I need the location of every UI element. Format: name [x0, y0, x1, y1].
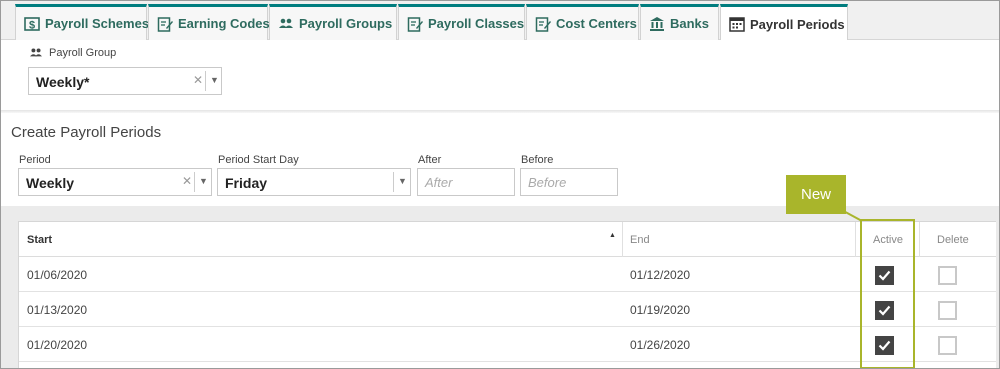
tab-payroll-classes[interactable]: Payroll Classes [398, 4, 525, 40]
tab-payroll-groups[interactable]: Payroll Groups [269, 4, 397, 40]
table-row[interactable]: 01/13/2020 01/19/2020 [19, 292, 996, 327]
tab-label: Payroll Groups [299, 16, 393, 31]
tab-label: Payroll Periods [750, 16, 845, 32]
before-label: Before [521, 154, 554, 166]
edit-document-icon [535, 16, 551, 32]
users-icon [279, 18, 293, 28]
column-header-end[interactable]: End [630, 234, 650, 246]
table-row[interactable]: 01/20/2020 01/26/2020 [19, 327, 996, 362]
tab-payroll-periods[interactable]: Payroll Periods [720, 4, 848, 41]
payroll-group-value: Weekly* [36, 74, 90, 90]
column-separator [855, 222, 856, 257]
column-header-delete[interactable]: Delete [937, 234, 969, 246]
payroll-group-select[interactable]: Weekly* ✕ ▼ [28, 67, 222, 95]
periods-grid-area: Start ▲ End Active Delete 01/06/2020 01/… [1, 206, 999, 368]
clear-icon[interactable]: ✕ [193, 73, 203, 87]
clear-icon[interactable]: ✕ [182, 174, 192, 188]
active-column-highlight [860, 219, 915, 368]
svg-text:$: $ [29, 19, 35, 31]
grid-header: Start ▲ End Active Delete [19, 222, 996, 257]
select-divider [194, 172, 195, 192]
tab-label: Banks [670, 16, 710, 31]
start-date-cell: 01/20/2020 [27, 338, 88, 352]
tab-label: Payroll Schemes [45, 16, 150, 31]
period-start-day-select[interactable]: Friday ▼ [217, 168, 411, 196]
start-date-cell: 01/13/2020 [27, 303, 88, 317]
tab-earning-codes[interactable]: Earning Codes [148, 4, 270, 40]
period-select[interactable]: Weekly ✕ ▼ [18, 168, 212, 196]
select-divider [205, 71, 206, 91]
column-separator [919, 222, 920, 257]
tab-label: Earning Codes [178, 16, 270, 31]
section-divider [1, 110, 999, 113]
delete-checkbox[interactable] [938, 301, 957, 320]
dollar-icon: $ [24, 16, 40, 31]
chevron-down-icon[interactable]: ▼ [199, 176, 208, 186]
period-start-day-value: Friday [225, 175, 268, 191]
chevron-down-icon[interactable]: ▼ [398, 176, 407, 186]
edit-document-icon [407, 16, 423, 32]
column-header-start[interactable]: Start [27, 234, 52, 246]
end-date-cell: 01/19/2020 [630, 303, 691, 317]
create-payroll-periods-title: Create Payroll Periods [11, 124, 162, 141]
tab-label: Cost Centers [556, 16, 637, 31]
after-input[interactable]: After [417, 168, 515, 196]
period-start-day-label: Period Start Day [218, 154, 299, 166]
before-input[interactable]: Before [520, 168, 618, 196]
period-label: Period [19, 154, 51, 166]
period-value: Weekly [26, 175, 74, 191]
end-date-cell: 01/12/2020 [630, 268, 691, 282]
delete-checkbox[interactable] [938, 336, 957, 355]
tab-cost-centers[interactable]: Cost Centers [526, 4, 639, 40]
end-date-cell: 01/26/2020 [630, 338, 691, 352]
delete-checkbox[interactable] [938, 266, 957, 285]
chevron-down-icon[interactable]: ▼ [210, 75, 219, 85]
column-separator [622, 222, 623, 257]
payroll-window: $ Payroll Schemes Earning Codes Payroll … [0, 0, 1000, 369]
table-row[interactable]: 01/06/2020 01/12/2020 [19, 257, 996, 292]
sort-ascending-icon[interactable]: ▲ [609, 232, 616, 239]
after-label: After [418, 154, 442, 166]
tab-label: Payroll Classes [428, 16, 525, 31]
edit-document-icon [157, 16, 173, 32]
payroll-group-section: Payroll Group Weekly* ✕ ▼ [1, 40, 999, 110]
payroll-periods-grid: Start ▲ End Active Delete 01/06/2020 01/… [18, 221, 996, 368]
bank-icon [650, 16, 664, 31]
start-date-cell: 01/06/2020 [27, 268, 88, 282]
tab-banks[interactable]: Banks [640, 4, 719, 40]
tab-payroll-schemes[interactable]: $ Payroll Schemes [15, 4, 150, 40]
tab-bar: $ Payroll Schemes Earning Codes Payroll … [1, 1, 999, 41]
users-icon [30, 48, 42, 57]
calendar-icon [729, 17, 745, 32]
select-divider [393, 172, 394, 192]
payroll-group-label: Payroll Group [49, 47, 117, 59]
